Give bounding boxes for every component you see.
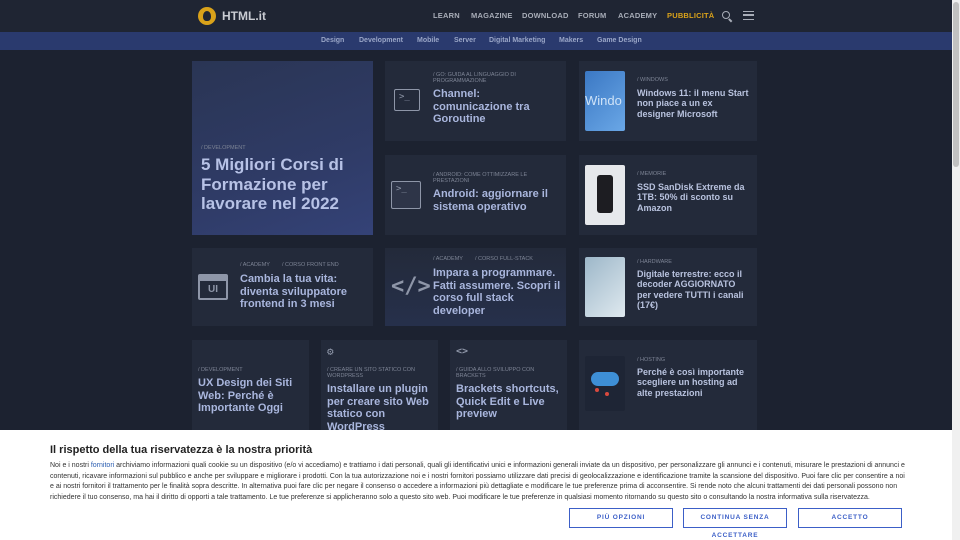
- code-brackets-icon: </>: [391, 274, 431, 299]
- brand-name[interactable]: HTML.it: [222, 9, 266, 23]
- category-server[interactable]: Server: [454, 37, 476, 44]
- ssd-thumbnail[interactable]: [585, 165, 625, 225]
- article-card-hosting[interactable]: / HOSTING Perché è così importante scegl…: [579, 340, 757, 430]
- article-title[interactable]: Windows 11: il menu Start non piace a un…: [637, 88, 749, 119]
- article-title[interactable]: Cambia la tua vita: diventa sviluppatore…: [240, 273, 368, 311]
- article-title[interactable]: Installare un plugin per creare sito Web…: [327, 383, 432, 434]
- category-bar: Design Development Mobile Server Digital…: [0, 32, 952, 50]
- decoder-thumbnail[interactable]: [585, 257, 625, 317]
- terminal-icon: [391, 181, 421, 209]
- html-it-logo-icon[interactable]: [198, 7, 216, 25]
- windows-thumbnail[interactable]: Windo: [585, 71, 625, 131]
- hamburger-menu-icon[interactable]: [743, 11, 754, 20]
- accept-button[interactable]: ACCETTO: [798, 508, 902, 528]
- article-tag-course[interactable]: / CORSO FULL-STACK: [475, 256, 533, 262]
- article-card-windows[interactable]: Windo / WINDOWS Windows 11: il menu Star…: [579, 61, 757, 141]
- article-tag-course[interactable]: / CORSO FRONT END: [282, 262, 339, 268]
- cloud-icon: [591, 372, 619, 386]
- hosting-thumbnail[interactable]: [585, 356, 625, 411]
- thumbnail-text: Windo: [585, 93, 622, 108]
- node-dot-icon: [595, 388, 599, 392]
- article-card-go[interactable]: / GO: GUIDA AL LINGUAGGIO DI PROGRAMMAZI…: [385, 61, 566, 141]
- article-card-brackets[interactable]: <> / GUIDA ALLO SVILUPPO CON BRACKETS Br…: [450, 340, 567, 430]
- article-tag[interactable]: / GO: GUIDA AL LINGUAGGIO DI PROGRAMMAZI…: [433, 72, 561, 84]
- article-card-decoder[interactable]: / HARDWARE Digitale terrestre: ecco il d…: [579, 248, 757, 326]
- category-development[interactable]: Development: [359, 37, 403, 44]
- nav-forum[interactable]: FORUM: [578, 11, 607, 20]
- article-tag-academy[interactable]: / ACADEMY: [433, 256, 463, 262]
- article-tag[interactable]: / HOSTING: [637, 357, 665, 363]
- more-options-button[interactable]: PIÙ OPZIONI: [569, 508, 673, 528]
- wrench-icon: ⚙: [327, 345, 334, 358]
- article-tag[interactable]: / ANDROID: COME OTTIMIZZARE LE PRESTAZIO…: [433, 172, 561, 184]
- article-card-fullstack-course[interactable]: </> / ACADEMY / CORSO FULL-STACK Impara …: [385, 248, 566, 326]
- ui-window-icon: [198, 274, 228, 300]
- article-tag[interactable]: / DEVELOPMENT: [201, 145, 246, 151]
- article-tag-academy[interactable]: / ACADEMY: [240, 262, 270, 268]
- article-tag[interactable]: / MEMORIE: [637, 171, 666, 177]
- article-tag[interactable]: / DEVELOPMENT: [198, 367, 243, 373]
- nav-pubblicita[interactable]: PUBBLICITÀ: [667, 11, 714, 20]
- article-card-ux-design[interactable]: / DEVELOPMENT UX Design dei Siti Web: Pe…: [192, 340, 309, 430]
- category-makers[interactable]: Makers: [559, 37, 583, 44]
- article-card-ssd[interactable]: / MEMORIE SSD SanDisk Extreme da 1TB: 50…: [579, 155, 757, 235]
- article-tag[interactable]: / WINDOWS: [637, 77, 668, 83]
- top-navigation-bar: HTML.it LEARN MAGAZINE DOWNLOAD FORUM AC…: [0, 0, 952, 32]
- nav-learn[interactable]: LEARN: [433, 11, 460, 20]
- featured-article-card[interactable]: / DEVELOPMENT 5 Migliori Corsi di Formaz…: [192, 61, 373, 235]
- article-title[interactable]: SSD SanDisk Extreme da 1TB: 50% di scont…: [637, 182, 749, 213]
- search-icon[interactable]: [722, 11, 730, 19]
- category-game-design[interactable]: Game Design: [597, 37, 642, 44]
- category-digital-marketing[interactable]: Digital Marketing: [489, 37, 545, 44]
- cookie-consent-banner: Il rispetto della tua riservatezza è la …: [0, 430, 952, 540]
- cookie-text-rest: archiviamo informazioni quali cookie su …: [50, 462, 905, 501]
- article-card-wordpress[interactable]: ⚙ / CREARE UN SITO STATICO CON WORDPRESS…: [321, 340, 438, 433]
- article-title[interactable]: UX Design dei Siti Web: Perché è Importa…: [198, 377, 303, 415]
- article-title[interactable]: Brackets shortcuts, Quick Edit e Live pr…: [456, 383, 561, 421]
- nav-academy[interactable]: ACADEMY: [618, 11, 657, 20]
- category-mobile[interactable]: Mobile: [417, 37, 439, 44]
- node-dot-icon: [605, 392, 609, 396]
- article-title[interactable]: Android: aggiornare il sistema operativo: [433, 188, 561, 213]
- article-tag[interactable]: / HARDWARE: [637, 259, 672, 265]
- code-chevrons-icon: <>: [456, 346, 469, 357]
- terminal-icon: [394, 89, 420, 111]
- article-card-frontend-course[interactable]: / ACADEMY / CORSO FRONT END Cambia la tu…: [192, 248, 373, 326]
- article-title[interactable]: Channel: comunicazione tra Goroutine: [433, 88, 561, 126]
- fornitori-link[interactable]: fornitori: [91, 462, 114, 469]
- scrollbar-thumb[interactable]: [953, 2, 959, 167]
- article-title[interactable]: Perché è così importante scegliere un ho…: [637, 367, 749, 398]
- nav-download[interactable]: DOWNLOAD: [522, 11, 569, 20]
- cookie-heading: Il rispetto della tua riservatezza è la …: [50, 444, 313, 456]
- article-title[interactable]: 5 Migliori Corsi di Formazione per lavor…: [201, 155, 367, 214]
- article-title[interactable]: Digitale terrestre: ecco il decoder AGGI…: [637, 269, 749, 310]
- cookie-text: Noi e i nostri fornitori archiviamo info…: [50, 461, 910, 503]
- cookie-text-start: Noi e i nostri: [50, 462, 91, 469]
- article-card-android[interactable]: / ANDROID: COME OTTIMIZZARE LE PRESTAZIO…: [385, 155, 566, 235]
- continue-without-accepting-button[interactable]: CONTINUA SENZA ACCETTARE: [683, 508, 787, 539]
- nav-magazine[interactable]: MAGAZINE: [471, 11, 513, 20]
- ssd-device-icon: [597, 175, 613, 213]
- article-tag[interactable]: / GUIDA ALLO SVILUPPO CON BRACKETS: [456, 367, 556, 379]
- article-tag[interactable]: / CREARE UN SITO STATICO CON WORDPRESS: [327, 367, 435, 379]
- category-design[interactable]: Design: [321, 37, 344, 44]
- article-title[interactable]: Impara a programmare. Fatti assumere. Sc…: [433, 267, 561, 318]
